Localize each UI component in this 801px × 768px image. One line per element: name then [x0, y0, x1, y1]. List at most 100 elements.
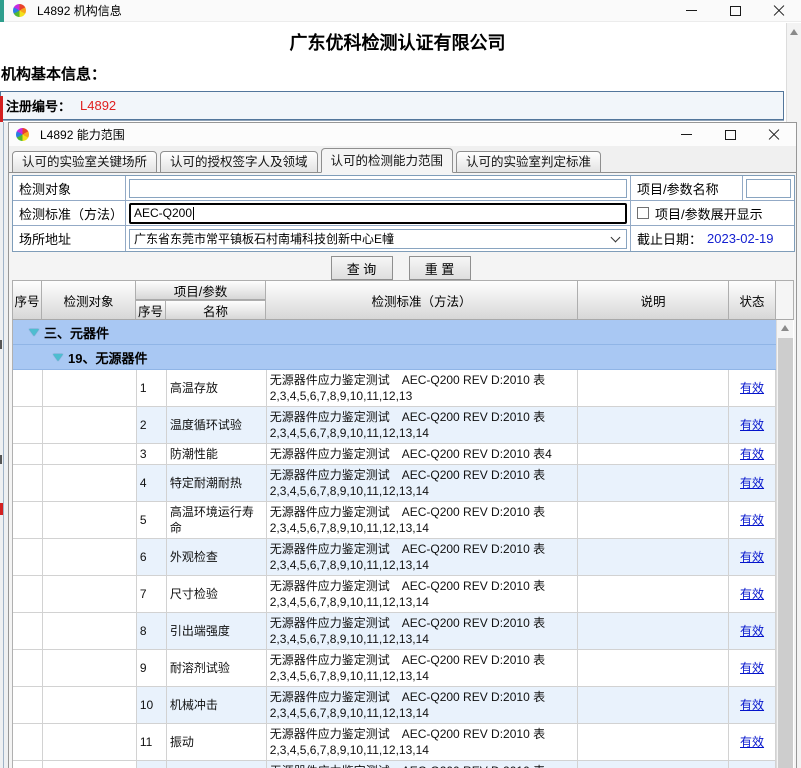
cell-note [578, 576, 729, 612]
cell-object [43, 687, 137, 723]
clipped-red-fragment [0, 96, 3, 122]
table-row[interactable]: 无源器件应力鉴定测试 AEC-Q200 REV D:2010 表 2,3,4,5… [13, 761, 776, 768]
scrollbar-thumb[interactable] [778, 338, 793, 768]
table-body: 三、元器件 19、无源器件1高温存放无源器件应力鉴定测试 AEC-Q200 REV… [12, 320, 776, 768]
cell-note [578, 444, 729, 464]
status-link[interactable]: 有效 [740, 697, 764, 713]
cell-status: 有效 [729, 502, 776, 538]
tab-4[interactable]: 认可的实验室判定标准 [456, 151, 601, 173]
cell-param-seq: 7 [137, 576, 167, 612]
header-object: 检测对象 [42, 280, 136, 320]
maximize-icon [725, 130, 736, 140]
minimize-button[interactable] [669, 0, 713, 21]
chevron-down-icon [611, 232, 621, 242]
cell-param-seq: 2 [137, 407, 167, 443]
cell-seq [13, 502, 43, 538]
standard-input[interactable]: AEC-Q200 [129, 203, 627, 224]
scope-window-titlebar[interactable]: L4892 能力范围 [9, 123, 796, 146]
cell-param-name: 耐溶剂试验 [167, 650, 267, 686]
institution-window-titlebar[interactable]: L4892 机构信息 [0, 0, 801, 22]
minimize-button[interactable] [664, 123, 708, 146]
group-label: 三、元器件 [44, 323, 109, 342]
group-row[interactable]: 三、元器件 [13, 320, 776, 345]
cell-status: 有效 [729, 576, 776, 612]
object-input[interactable] [129, 179, 627, 198]
close-icon [773, 5, 785, 17]
status-link[interactable]: 有效 [740, 446, 764, 462]
status-link[interactable]: 有效 [740, 623, 764, 639]
cell-note [578, 502, 729, 538]
cell-standard: 无源器件应力鉴定测试 AEC-Q200 REV D:2010 表 2,3,4,5… [267, 650, 579, 686]
cell-object [43, 370, 137, 406]
tab-1[interactable]: 认可的实验室关键场所 [12, 151, 157, 173]
table-row[interactable]: 3防潮性能无源器件应力鉴定测试 AEC-Q200 REV D:2010 表4有效 [13, 444, 776, 465]
address-select[interactable]: 广东省东莞市常平镇板石村南埔科技创新中心E幢 [129, 229, 627, 249]
status-link[interactable]: 有效 [740, 549, 764, 565]
background-window-edge [0, 0, 4, 22]
cell-note [578, 613, 729, 649]
filter-form: 检测对象 项目/参数名称 检测标准（方法） AEC-Q200 项目/参数展开显示 [12, 175, 795, 252]
cell-seq [13, 465, 43, 501]
status-link[interactable]: 有效 [740, 586, 764, 602]
cell-note [578, 650, 729, 686]
status-link[interactable]: 有效 [740, 660, 764, 676]
status-link[interactable]: 有效 [740, 380, 764, 396]
maximize-icon [730, 6, 741, 16]
status-link[interactable]: 有效 [740, 512, 764, 528]
close-icon [768, 129, 780, 141]
tab-3[interactable]: 认可的检测能力范围 [321, 148, 454, 173]
header-param-seq: 序号 [136, 300, 166, 320]
cell-param-name: 温度循环试验 [167, 407, 267, 443]
query-button[interactable]: 查 询 [331, 256, 393, 280]
cell-note [578, 370, 729, 406]
cell-param-name: 高温环境运行寿命 [167, 502, 267, 538]
collapse-triangle-icon[interactable] [29, 329, 39, 336]
header-standard: 检测标准（方法） [266, 280, 578, 320]
maximize-button[interactable] [713, 0, 757, 21]
table-row[interactable]: 5高温环境运行寿命无源器件应力鉴定测试 AEC-Q200 REV D:2010 … [13, 502, 776, 539]
param-name-input[interactable] [746, 179, 791, 198]
scroll-up-button[interactable] [777, 320, 793, 336]
cell-note [578, 687, 729, 723]
cell-object [43, 444, 137, 464]
group-row[interactable]: 19、无源器件 [13, 345, 776, 370]
table-row[interactable]: 2温度循环试验无源器件应力鉴定测试 AEC-Q200 REV D:2010 表 … [13, 407, 776, 444]
header-note: 说明 [578, 280, 729, 320]
tab-2[interactable]: 认可的授权签字人及领域 [160, 151, 318, 173]
cell-standard: 无源器件应力鉴定测试 AEC-Q200 REV D:2010 表 2,3,4,5… [267, 539, 579, 575]
results-table: 序号 检测对象 项目/参数 序号 名称 检测标准（方法） 说明 状态 三、元器件… [12, 280, 794, 768]
close-button[interactable] [752, 123, 796, 146]
cell-param-name: 特定耐潮耐热 [167, 465, 267, 501]
maximize-button[interactable] [708, 123, 752, 146]
status-link[interactable]: 有效 [740, 475, 764, 491]
cell-standard: 无源器件应力鉴定测试 AEC-Q200 REV D:2010 表 2,3,4,5… [267, 761, 579, 768]
cell-object [43, 724, 137, 760]
cell-seq [13, 576, 43, 612]
cell-seq [13, 724, 43, 760]
cell-standard: 无源器件应力鉴定测试 AEC-Q200 REV D:2010 表 2,3,4,5… [267, 613, 579, 649]
cell-param-seq: 5 [137, 502, 167, 538]
table-row[interactable]: 11振动无源器件应力鉴定测试 AEC-Q200 REV D:2010 表 2,3… [13, 724, 776, 761]
scrollbar-corner [776, 280, 794, 320]
clipped-text-fragment [0, 455, 2, 464]
cell-status: 有效 [729, 687, 776, 723]
table-row[interactable]: 9耐溶剂试验无源器件应力鉴定测试 AEC-Q200 REV D:2010 表 2… [13, 650, 776, 687]
table-row[interactable]: 4特定耐潮耐热无源器件应力鉴定测试 AEC-Q200 REV D:2010 表 … [13, 465, 776, 502]
status-link[interactable]: 有效 [740, 417, 764, 433]
table-header: 序号 检测对象 项目/参数 序号 名称 检测标准（方法） 说明 状态 [12, 280, 776, 320]
table-row[interactable]: 6外观检查无源器件应力鉴定测试 AEC-Q200 REV D:2010 表 2,… [13, 539, 776, 576]
reset-button[interactable]: 重 置 [409, 256, 471, 280]
cell-param-seq: 3 [137, 444, 167, 464]
table-row[interactable]: 1高温存放无源器件应力鉴定测试 AEC-Q200 REV D:2010 表 2,… [13, 370, 776, 407]
cell-standard: 无源器件应力鉴定测试 AEC-Q200 REV D:2010 表 2,3,4,5… [267, 576, 579, 612]
table-row[interactable]: 8引出端强度无源器件应力鉴定测试 AEC-Q200 REV D:2010 表 2… [13, 613, 776, 650]
collapse-triangle-icon[interactable] [53, 354, 63, 361]
table-row[interactable]: 7尺寸检验无源器件应力鉴定测试 AEC-Q200 REV D:2010 表 2,… [13, 576, 776, 613]
table-row[interactable]: 10机械冲击无源器件应力鉴定测试 AEC-Q200 REV D:2010 表 2… [13, 687, 776, 724]
cell-note [578, 724, 729, 760]
cell-status: 有效 [729, 613, 776, 649]
status-link[interactable]: 有效 [740, 734, 764, 750]
expand-params-checkbox[interactable] [637, 207, 649, 219]
cell-status: 有效 [729, 444, 776, 464]
close-button[interactable] [757, 0, 801, 21]
